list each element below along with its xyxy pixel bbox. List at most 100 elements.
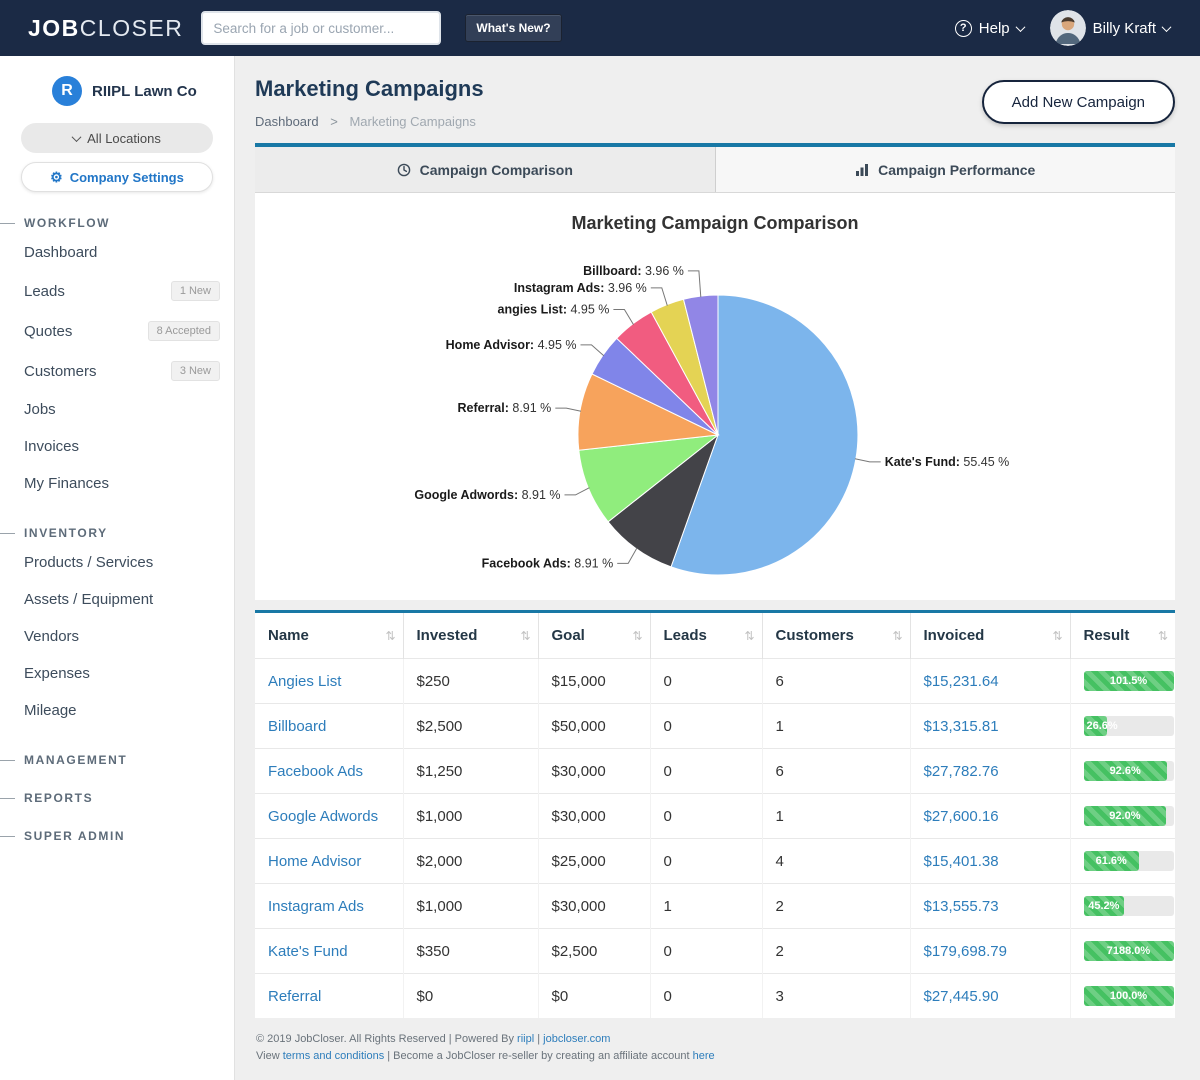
add-new-campaign-button[interactable]: Add New Campaign	[982, 80, 1175, 124]
invoiced-link[interactable]: $179,698.79	[924, 943, 1007, 960]
column-header-leads[interactable]: Leads⇅	[650, 613, 762, 659]
sidebar-item-quotes[interactable]: Quotes8 Accepted	[0, 311, 234, 351]
sidebar-item-label: Products / Services	[24, 554, 153, 571]
result-progress-fill: 45.2%	[1084, 896, 1125, 916]
sort-icon[interactable]: ⇅	[892, 629, 902, 643]
whats-new-button[interactable]: What's New?	[465, 14, 561, 42]
campaign-name-link[interactable]: Instagram Ads	[268, 898, 364, 915]
campaign-name-link[interactable]: Angies List	[268, 673, 341, 690]
invoiced-link[interactable]: $27,600.16	[924, 808, 999, 825]
column-header-customers[interactable]: Customers⇅	[762, 613, 910, 659]
result-progress-track: 92.0%	[1084, 806, 1174, 826]
sidebar-item-assets-equipment[interactable]: Assets / Equipment	[0, 581, 234, 618]
sort-icon[interactable]: ⇅	[385, 629, 395, 643]
sidebar-item-products-services[interactable]: Products / Services	[0, 544, 234, 581]
campaign-name-link[interactable]: Home Advisor	[268, 853, 361, 870]
column-header-invested[interactable]: Invested⇅	[403, 613, 538, 659]
help-menu[interactable]: ? Help	[955, 20, 1024, 37]
sidebar-item-label: Assets / Equipment	[24, 591, 153, 608]
pie-label-connector	[617, 548, 637, 564]
app-logo[interactable]: JOBCLOSER	[28, 15, 183, 42]
leads-cell: 0	[650, 929, 762, 974]
user-menu[interactable]: Billy Kraft	[1050, 10, 1170, 46]
main-content: Marketing Campaigns Dashboard > Marketin…	[235, 0, 1200, 1065]
campaign-table-card: Name⇅Invested⇅Goal⇅Leads⇅Customers⇅Invoi…	[255, 610, 1175, 1018]
sidebar-item-label: Mileage	[24, 702, 77, 719]
table-row-billboard: Billboard$2,500$50,00001$13,315.8126.6%	[255, 704, 1175, 749]
goal-cell: $15,000	[538, 659, 650, 704]
chart-title: Marketing Campaign Comparison	[255, 213, 1175, 234]
logo-light: CLOSER	[80, 15, 184, 41]
invoiced-link[interactable]: $13,315.81	[924, 718, 999, 735]
campaign-name-link[interactable]: Kate's Fund	[268, 943, 348, 960]
result-cell: 26.6%	[1070, 704, 1175, 749]
goal-cell: $50,000	[538, 704, 650, 749]
sort-icon[interactable]: ⇅	[744, 629, 754, 643]
column-header-result[interactable]: Result⇅	[1070, 613, 1175, 659]
result-progress-fill: 26.6%	[1084, 716, 1108, 736]
customers-cell: 6	[762, 659, 910, 704]
invoiced-link[interactable]: $15,231.64	[924, 673, 999, 690]
sort-icon[interactable]: ⇅	[1052, 629, 1062, 643]
chevron-down-icon	[1015, 22, 1025, 32]
affiliate-link[interactable]: here	[693, 1050, 715, 1062]
column-header-invoiced[interactable]: Invoiced⇅	[910, 613, 1070, 659]
pie-label-facebook-ads: Facebook Ads: 8.91 %	[482, 556, 614, 570]
campaign-name-link[interactable]: Google Adwords	[268, 808, 378, 825]
column-header-goal[interactable]: Goal⇅	[538, 613, 650, 659]
sidebar-section-reports: REPORTS	[0, 791, 234, 805]
locations-dropdown[interactable]: All Locations	[21, 123, 213, 153]
riipl-link[interactable]: riipl	[517, 1033, 534, 1045]
invoiced-link[interactable]: $27,445.90	[924, 988, 999, 1005]
sort-icon[interactable]: ⇅	[520, 629, 530, 643]
result-cell: 45.2%	[1070, 884, 1175, 929]
breadcrumb-current: Marketing Campaigns	[349, 114, 475, 129]
company-settings-button[interactable]: ⚙ Company Settings	[21, 162, 213, 192]
invoiced-link[interactable]: $13,555.73	[924, 898, 999, 915]
sidebar-item-mileage[interactable]: Mileage	[0, 692, 234, 729]
company-logo: R	[52, 76, 82, 106]
user-avatar	[1050, 10, 1086, 46]
campaign-name-link[interactable]: Referral	[268, 988, 321, 1005]
invested-cell: $1,000	[403, 794, 538, 839]
leads-cell: 0	[650, 749, 762, 794]
jobcloser-link[interactable]: jobcloser.com	[543, 1033, 610, 1045]
sidebar: R RIIPL Lawn Co All Locations ⚙ Company …	[0, 56, 235, 1080]
result-progress-track: 101.5%	[1084, 671, 1174, 691]
sidebar-item-my-finances[interactable]: My Finances	[0, 465, 234, 502]
pie-label-connector	[565, 488, 590, 495]
sort-icon[interactable]: ⇅	[632, 629, 642, 643]
sort-icon[interactable]: ⇅	[1158, 629, 1168, 643]
search-input[interactable]	[201, 11, 441, 45]
campaign-name-link[interactable]: Facebook Ads	[268, 763, 363, 780]
campaign-chart-card: Campaign Comparison Campaign Performance…	[255, 143, 1175, 600]
sidebar-item-customers[interactable]: Customers3 New	[0, 351, 234, 391]
table-row-home-advisor: Home Advisor$2,000$25,00004$15,401.3861.…	[255, 839, 1175, 884]
bar-chart-icon	[855, 163, 869, 177]
invoiced-link[interactable]: $15,401.38	[924, 853, 999, 870]
pie-label-kate-s-fund: Kate's Fund: 55.45 %	[885, 455, 1010, 469]
breadcrumb-dashboard[interactable]: Dashboard	[255, 114, 319, 129]
sidebar-item-jobs[interactable]: Jobs	[0, 391, 234, 428]
invested-cell: $2,500	[403, 704, 538, 749]
company-header[interactable]: R RIIPL Lawn Co	[0, 72, 234, 114]
sidebar-badge: 3 New	[171, 361, 220, 381]
sidebar-item-vendors[interactable]: Vendors	[0, 618, 234, 655]
pie-label-instagram-ads: Instagram Ads: 3.96 %	[514, 281, 647, 295]
table-row-angies-list: Angies List$250$15,00006$15,231.64101.5%	[255, 659, 1175, 704]
sidebar-item-dashboard[interactable]: Dashboard	[0, 234, 234, 271]
customers-cell: 1	[762, 704, 910, 749]
pie-label-referral: Referral: 8.91 %	[457, 401, 551, 415]
tab-campaign-performance[interactable]: Campaign Performance	[715, 147, 1176, 192]
campaign-table: Name⇅Invested⇅Goal⇅Leads⇅Customers⇅Invoi…	[255, 613, 1175, 1018]
sidebar-item-expenses[interactable]: Expenses	[0, 655, 234, 692]
pie-chart[interactable]: Kate's Fund: 55.45 % Facebook Ads: 8.91 %…	[255, 234, 1175, 600]
terms-link[interactable]: terms and conditions	[283, 1050, 385, 1062]
sidebar-item-leads[interactable]: Leads1 New	[0, 271, 234, 311]
invoiced-link[interactable]: $27,782.76	[924, 763, 999, 780]
campaign-name-link[interactable]: Billboard	[268, 718, 326, 735]
tab-campaign-comparison[interactable]: Campaign Comparison	[255, 147, 715, 192]
sidebar-item-label: Quotes	[24, 323, 72, 340]
sidebar-item-invoices[interactable]: Invoices	[0, 428, 234, 465]
column-header-name[interactable]: Name⇅	[255, 613, 403, 659]
